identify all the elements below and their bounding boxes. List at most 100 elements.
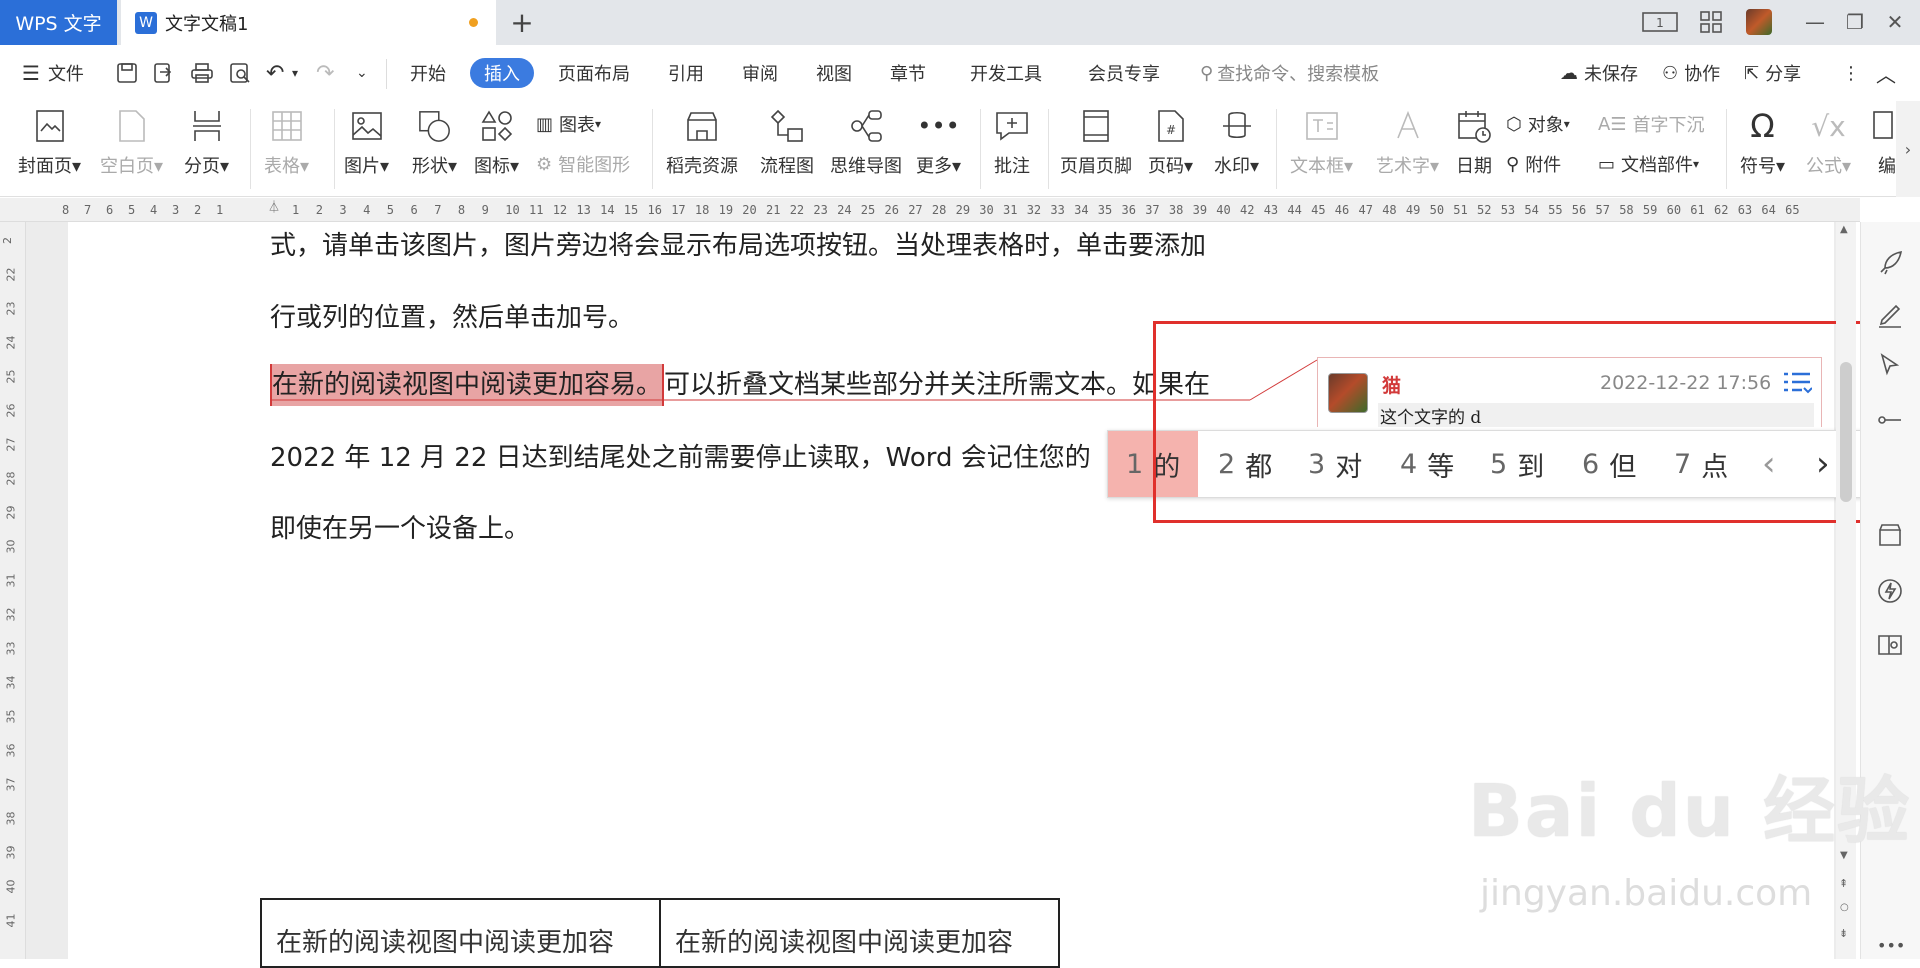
cursor-icon[interactable] <box>1877 352 1905 380</box>
ruler-tick-label: 34 <box>4 675 18 690</box>
minimize-icon[interactable]: — <box>1800 8 1830 36</box>
ruler-tick-label: 18 <box>694 203 710 217</box>
smart-graphic-button[interactable]: ⚙ 智能图形 <box>536 151 630 177</box>
book-search-icon[interactable] <box>1877 632 1905 660</box>
more-menu-icon[interactable]: ⋮ <box>1842 58 1860 88</box>
tab-home[interactable]: 开始 <box>410 58 446 88</box>
table-cell[interactable]: 在新的阅读视图中阅读更加容 <box>262 900 661 966</box>
paragraph-line[interactable]: 2022 年 12 月 22 日达到结尾处之前需要停止读取，Word 会记住您的 <box>270 437 1091 474</box>
daoke-resources-button[interactable]: 稻壳资源 <box>666 107 738 178</box>
textbox-button[interactable]: 文本框▾ <box>1290 107 1353 178</box>
chart-button[interactable]: ▥ 图表 ▾ <box>536 111 601 137</box>
scroll-up-icon[interactable]: ▲ <box>1840 224 1848 235</box>
redo-icon[interactable]: ↷ <box>316 58 334 88</box>
attachment-button[interactable]: ⚲ 附件 <box>1506 151 1561 177</box>
writer-doc-icon: W <box>135 11 157 34</box>
icon-library-icon <box>480 107 514 145</box>
tab-chapter[interactable]: 章节 <box>890 58 926 88</box>
next-page-icon[interactable]: ⇟ <box>1839 927 1848 940</box>
vertical-ruler[interactable]: 2 22 23 24 25 26 27 28 29 30 31 32 33 34 35 36 37 38 39 40 4… <box>0 222 26 959</box>
shop-icon[interactable] <box>1877 522 1905 550</box>
horizontal-ruler[interactable]: 8 7 6 5 4 3 2 1 ⏃ 1 2 3 4 5 6 7 8 9 10 11 12 13 14 15 16 17 18 19 20… <box>0 198 1860 222</box>
ruler-tick-label: 51 <box>1453 203 1468 217</box>
select-browse-icon[interactable]: ○ <box>1840 902 1849 913</box>
window-count-icon[interactable]: 1 <box>1640 8 1680 36</box>
shape-button[interactable]: 形状▾ <box>412 107 457 178</box>
cover-page-button[interactable]: 封面页▾ <box>18 107 81 178</box>
ruler-tick-label: 64 <box>1761 203 1776 217</box>
ruler-tick-label: 40 <box>4 879 18 894</box>
wps-home-tab[interactable]: WPS 文字 <box>0 0 117 45</box>
symbol-button[interactable]: Ω 符号▾ <box>1740 107 1785 178</box>
paragraph-line[interactable]: 在新的阅读视图中阅读更加容易。可以折叠文档某些部分并关注所需文本。如果在 <box>270 364 1210 406</box>
document-tab[interactable]: W 文字文稿1 <box>121 0 496 45</box>
wordart-button[interactable]: 艺术字▾ <box>1376 107 1439 178</box>
paragraph-line[interactable]: 行或列的位置，然后单击加号。 <box>270 297 634 334</box>
document-page[interactable] <box>68 222 1330 959</box>
tab-view[interactable]: 视图 <box>816 58 852 88</box>
more-button[interactable]: ••• 更多▾ <box>916 107 961 178</box>
flowchart-button[interactable]: 流程图 <box>760 107 814 178</box>
scrollbar-thumb[interactable] <box>1840 362 1852 502</box>
restore-icon[interactable]: ❐ <box>1840 8 1870 36</box>
object-button[interactable]: ⬡ 对象 ▾ <box>1506 111 1570 137</box>
drop-cap-button[interactable]: A☰ 首字下沉 <box>1598 111 1704 137</box>
undo-icon[interactable]: ↶ <box>266 58 284 88</box>
ruler-tick-label: 47 <box>1358 203 1373 217</box>
save-icon[interactable] <box>116 58 138 88</box>
document-table[interactable]: 在新的阅读视图中阅读更加容 在新的阅读视图中阅读更加容 <box>260 898 1060 968</box>
export-pdf-icon[interactable] <box>152 58 174 88</box>
new-tab-button[interactable]: + <box>505 4 539 40</box>
paragraph-line[interactable]: 即使在另一个设备上。 <box>270 508 530 545</box>
tab-review[interactable]: 审阅 <box>742 58 778 88</box>
ruler-tick-label: 43 <box>1263 203 1279 217</box>
lightning-icon[interactable] <box>1877 578 1905 606</box>
collaborate-button[interactable]: ⚇ 协作 <box>1662 58 1720 88</box>
grid-apps-icon[interactable] <box>1696 8 1726 36</box>
ruler-tick-label: 8 <box>62 203 70 217</box>
connector-tool-icon[interactable] <box>1877 407 1905 435</box>
table-button[interactable]: 表格▾ <box>264 107 309 178</box>
indent-marker-icon[interactable]: ⏃ <box>268 198 280 215</box>
sidebar-more-icon[interactable]: ••• <box>1877 936 1905 955</box>
ruler-tick-label: 36 <box>1121 203 1136 217</box>
wordart-icon <box>1391 107 1425 145</box>
table-cell[interactable]: 在新的阅读视图中阅读更加容 <box>661 900 1058 966</box>
close-icon[interactable]: ✕ <box>1880 8 1910 36</box>
undo-dropdown-icon[interactable]: ▾ <box>292 58 298 88</box>
formula-button[interactable]: √x 公式▾ <box>1806 107 1851 178</box>
tab-references[interactable]: 引用 <box>668 58 704 88</box>
paragraph-line[interactable]: 式，请单击该图片，图片旁边将会显示布局选项按钮。当处理表格时，单击要添加 <box>270 225 1206 262</box>
print-preview-icon[interactable] <box>229 58 251 88</box>
tab-insert[interactable]: 插入 <box>470 58 534 88</box>
tab-member[interactable]: 会员专享 <box>1088 58 1160 88</box>
comment-button[interactable]: 批注 <box>994 107 1030 178</box>
collapse-ribbon-icon[interactable]: ︿ <box>1876 58 1896 88</box>
ruler-tick-label: 2 <box>1 237 14 244</box>
pen-icon[interactable] <box>1877 302 1905 330</box>
blank-page-button[interactable]: 空白页▾ <box>100 107 163 178</box>
highlighted-text[interactable]: 在新的阅读视图中阅读更加容易。 <box>270 364 665 406</box>
prev-page-icon[interactable]: ⇞ <box>1839 877 1848 890</box>
watermark-button[interactable]: 水印▾ <box>1214 107 1259 178</box>
picture-button[interactable]: 图片▾ <box>344 107 389 178</box>
user-avatar[interactable] <box>1744 8 1774 36</box>
quick-access-more-icon[interactable]: ⌄ <box>356 58 368 88</box>
tab-page-layout[interactable]: 页面布局 <box>558 58 630 88</box>
icon-button[interactable]: 图标▾ <box>474 107 519 178</box>
rocket-icon[interactable] <box>1877 250 1905 278</box>
page-break-button[interactable]: 分页▾ <box>184 107 229 178</box>
header-footer-button[interactable]: 页眉页脚 <box>1060 107 1132 178</box>
mindmap-button[interactable]: 思维导图 <box>830 107 902 178</box>
unsaved-status[interactable]: ☁ 未保存 <box>1560 58 1638 88</box>
file-menu[interactable]: ☰ 文件 <box>22 58 84 88</box>
document-parts-button[interactable]: ▭ 文档部件 ▾ <box>1598 151 1699 177</box>
tab-developer[interactable]: 开发工具 <box>970 58 1042 88</box>
date-button[interactable]: 日期 <box>1456 107 1492 178</box>
print-icon[interactable] <box>190 58 214 88</box>
share-button[interactable]: ⇱ 分享 <box>1744 58 1801 88</box>
ruler-tick-label: 4 <box>363 203 371 217</box>
ribbon-scroll-right-icon[interactable]: › <box>1896 101 1920 197</box>
command-search[interactable]: ⚲ 查找命令、搜索模板 <box>1200 58 1379 88</box>
page-number-button[interactable]: # 页码▾ <box>1148 107 1193 178</box>
